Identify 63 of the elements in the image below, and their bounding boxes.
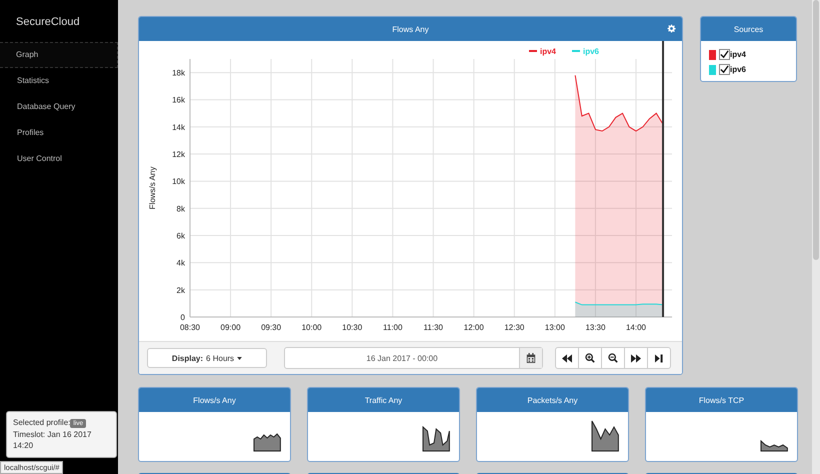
rewind-icon bbox=[562, 354, 572, 362]
sparkline-chart bbox=[253, 433, 282, 452]
panel-title: Packets/s Any bbox=[527, 396, 578, 404]
zoom-in-button[interactable] bbox=[578, 347, 602, 369]
y-tick-label: 12k bbox=[172, 150, 185, 160]
y-tick-label: 14k bbox=[172, 122, 185, 132]
source-label: ipv4 bbox=[730, 50, 746, 59]
checkbox[interactable] bbox=[719, 49, 730, 60]
y-tick-label: 2k bbox=[176, 286, 185, 295]
source-label: ipv6 bbox=[730, 65, 746, 74]
sidebar-item[interactable]: Database Query bbox=[0, 94, 118, 120]
settings-icon[interactable] bbox=[667, 24, 676, 33]
x-tick-label: 13:00 bbox=[544, 323, 565, 332]
zoom-out-icon bbox=[608, 353, 618, 363]
y-tick-label: 18k bbox=[172, 68, 185, 78]
sidebar-item[interactable]: Statistics bbox=[0, 68, 118, 94]
sparkline-chart bbox=[591, 420, 620, 452]
x-tick-label: 08:30 bbox=[180, 323, 200, 332]
y-tick-label: 6k bbox=[176, 232, 185, 241]
x-tick-label: 11:30 bbox=[424, 323, 443, 332]
display-dropdown[interactable]: Display: 6 Hours bbox=[147, 348, 267, 368]
x-tick-label: 10:30 bbox=[342, 323, 362, 332]
x-tick-label: 12:30 bbox=[504, 323, 524, 332]
x-tick-label: 09:00 bbox=[220, 323, 241, 332]
panel-title: Flows/s TCP bbox=[698, 396, 744, 404]
legend-label: ipv4 bbox=[540, 47, 556, 56]
x-tick-label: 12:00 bbox=[464, 323, 484, 332]
x-tick-label: 13:30 bbox=[585, 323, 606, 332]
x-tick-label: 14:00 bbox=[626, 323, 646, 332]
panel-title: Flows/s Any bbox=[193, 396, 236, 404]
x-tick-label: 10:00 bbox=[302, 323, 322, 332]
zoom-out-button[interactable] bbox=[601, 347, 625, 369]
timeslot-text: Timeslot: Jan 16 2017 14:20 bbox=[13, 428, 92, 452]
x-tick-label: 11:00 bbox=[383, 323, 402, 332]
fast-forward-icon bbox=[631, 354, 641, 362]
sidebar-item[interactable]: User Control bbox=[0, 146, 118, 172]
sparkline-chart bbox=[422, 426, 451, 452]
calendar-icon[interactable] bbox=[526, 353, 536, 363]
brand-title: SecureCloud bbox=[15, 15, 81, 30]
y-tick-label: 10k bbox=[172, 177, 185, 186]
zoom-in-icon bbox=[585, 353, 595, 363]
y-tick-label: 0 bbox=[180, 313, 185, 322]
profile-label: Selected profile: bbox=[13, 418, 70, 428]
sidebar-item[interactable]: Profiles bbox=[0, 120, 118, 146]
sidebar-item[interactable]: Graph bbox=[0, 42, 118, 68]
rewind-button[interactable] bbox=[555, 347, 579, 369]
date-field[interactable]: 16 Jan 2017 - 00:00 bbox=[284, 347, 543, 369]
caret-icon bbox=[237, 356, 242, 360]
y-tick-label: 4k bbox=[176, 258, 185, 268]
panel-title: Sources bbox=[734, 24, 764, 34]
scrollbar-thumb[interactable] bbox=[813, 0, 819, 260]
checkbox[interactable] bbox=[719, 64, 730, 75]
y-tick-label: 8k bbox=[176, 204, 185, 214]
x-tick-label: 09:30 bbox=[261, 323, 282, 332]
fast-forward-button[interactable] bbox=[624, 347, 648, 369]
panel-title: Flows Any bbox=[392, 24, 429, 34]
y-axis-title: Flows/s Any bbox=[148, 166, 157, 210]
sparkline-chart bbox=[760, 440, 789, 452]
skip-to-end-icon bbox=[655, 354, 663, 362]
panel-title: Traffic Any bbox=[364, 396, 402, 404]
skip-to-end-button[interactable] bbox=[647, 347, 671, 369]
y-tick-label: 16k bbox=[172, 96, 185, 105]
legend-label: ipv6 bbox=[583, 47, 600, 56]
